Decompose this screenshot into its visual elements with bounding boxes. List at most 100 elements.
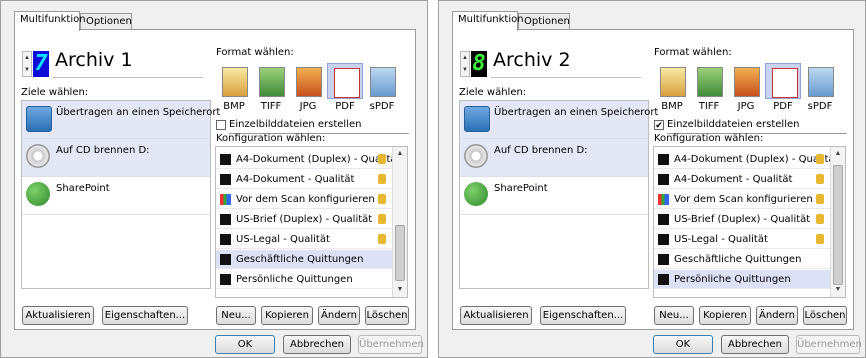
config-item-label: Persönliche Quittungen: [236, 274, 353, 285]
destination-label: SharePoint: [56, 183, 110, 194]
edit-button[interactable]: Ändern: [756, 306, 798, 325]
properties-button[interactable]: Eigenschaften...: [102, 306, 188, 325]
format-tiff-button[interactable]: [253, 63, 289, 99]
config-item[interactable]: Vor dem Scan konfigurieren: [654, 190, 832, 209]
config-item[interactable]: US-Legal - Qualität: [654, 230, 832, 249]
config-list[interactable]: A4-Dokument (Duplex) - Qualität A4-Dokum…: [653, 146, 846, 298]
format-bmp-button[interactable]: [216, 63, 252, 99]
profile-number: 7: [33, 51, 49, 77]
config-scrollbar[interactable]: ▲ ▼: [392, 147, 407, 297]
format-label-pdf: PDF: [335, 101, 355, 112]
format-tiff-button[interactable]: [691, 63, 727, 99]
format-label-spdf: sPDF: [369, 101, 395, 112]
cd-icon: [26, 144, 50, 168]
scroll-thumb[interactable]: [833, 165, 843, 285]
tab-multifunktion[interactable]: Multifunktion: [452, 11, 524, 31]
destination-item[interactable]: Übertragen an einen Speicherort: [22, 101, 220, 139]
tiff-icon: [697, 67, 723, 97]
scroll-down-icon[interactable]: ▼: [393, 283, 407, 297]
cd-icon: [464, 144, 488, 168]
new-button[interactable]: Neu...: [654, 306, 694, 325]
destination-label: Auf CD brennen D:: [56, 145, 150, 156]
tab-multifunktion[interactable]: Multifunktion: [14, 11, 86, 31]
copy-button[interactable]: Kopieren: [699, 306, 751, 325]
new-button[interactable]: Neu...: [216, 306, 256, 325]
cancel-button[interactable]: Abbrechen: [283, 335, 351, 354]
profile-name: Archiv 1: [55, 49, 133, 71]
single-files-label: Einzelbilddateien erstellen: [667, 119, 800, 130]
config-item-label: Vor dem Scan konfigurieren: [236, 194, 375, 205]
spin-down-icon[interactable]: ▼: [23, 64, 31, 76]
config-item[interactable]: A4-Dokument (Duplex) - Qualität: [654, 150, 838, 169]
destination-item[interactable]: SharePoint: [460, 177, 648, 215]
ok-button[interactable]: OK: [653, 335, 713, 354]
scroll-up-icon[interactable]: ▲: [393, 147, 407, 161]
config-item[interactable]: US-Legal - Qualität: [216, 230, 394, 249]
scan-settings-window-2: Multifunktion Optionen ▲ ▼ 8 Archiv 2 Zi…: [438, 0, 866, 358]
destination-list[interactable]: Übertragen an einen Speicherort Auf CD b…: [459, 100, 658, 289]
scroll-up-icon[interactable]: ▲: [831, 147, 845, 161]
config-item[interactable]: US-Brief (Duplex) - Qualität: [216, 210, 394, 229]
lock-icon: [378, 234, 386, 244]
single-files-checkbox[interactable]: [216, 120, 226, 130]
config-item[interactable]: US-Brief (Duplex) - Qualität: [654, 210, 832, 229]
apply-button[interactable]: Übernehmen: [358, 335, 424, 354]
single-files-label: Einzelbilddateien erstellen: [229, 119, 362, 130]
edit-button[interactable]: Ändern: [318, 306, 360, 325]
destination-list[interactable]: Übertragen an einen Speicherort Auf CD b…: [21, 100, 220, 289]
config-item-label: A4-Dokument - Qualität: [674, 174, 793, 185]
config-item-selected[interactable]: Persönliche Quittungen: [654, 270, 832, 289]
lock-icon: [816, 174, 824, 184]
targets-label: Ziele wählen:: [459, 87, 527, 98]
config-item[interactable]: Vor dem Scan konfigurieren: [216, 190, 394, 209]
spin-down-icon[interactable]: ▼: [461, 64, 469, 76]
lock-icon: [816, 214, 824, 224]
lock-icon: [816, 234, 824, 244]
destination-item[interactable]: Auf CD brennen D:: [22, 139, 210, 177]
tab-optionen[interactable]: Optionen: [518, 13, 570, 29]
scroll-down-icon[interactable]: ▼: [831, 283, 845, 297]
tab-optionen[interactable]: Optionen: [80, 13, 132, 29]
format-pdf-button[interactable]: [327, 63, 363, 99]
config-item-selected[interactable]: Geschäftliche Quittungen: [216, 250, 394, 269]
cancel-button[interactable]: Abbrechen: [721, 335, 789, 354]
destination-item[interactable]: Übertragen an einen Speicherort: [460, 101, 658, 139]
format-pdf-button[interactable]: [765, 63, 801, 99]
config-item[interactable]: Geschäftliche Quittungen: [654, 250, 832, 269]
profile-spinner[interactable]: ▲ ▼: [460, 51, 470, 77]
config-item[interactable]: Persönliche Quittungen: [216, 270, 394, 289]
scroll-thumb[interactable]: [395, 225, 405, 281]
config-item[interactable]: A4-Dokument - Qualität: [216, 170, 394, 189]
lock-icon: [378, 214, 386, 224]
config-list[interactable]: A4-Dokument (Duplex) - Qualität A4-Dokum…: [215, 146, 408, 298]
format-label-bmp: BMP: [661, 101, 683, 112]
config-scrollbar[interactable]: ▲ ▼: [830, 147, 845, 297]
document-icon: [220, 254, 231, 265]
format-spdf-button[interactable]: [364, 63, 400, 99]
spin-up-icon[interactable]: ▲: [461, 52, 469, 64]
destination-item[interactable]: Auf CD brennen D:: [460, 139, 648, 177]
format-bmp-button[interactable]: [654, 63, 690, 99]
apply-button[interactable]: Übernehmen: [796, 335, 862, 354]
document-icon: [220, 214, 231, 225]
pdf-icon: [772, 68, 798, 98]
refresh-button[interactable]: Aktualisieren: [460, 306, 532, 325]
properties-button[interactable]: Eigenschaften...: [540, 306, 626, 325]
copy-button[interactable]: Kopieren: [261, 306, 313, 325]
profile-spinner[interactable]: ▲ ▼: [22, 51, 32, 77]
destination-item[interactable]: SharePoint: [22, 177, 210, 215]
refresh-button[interactable]: Aktualisieren: [22, 306, 94, 325]
format-jpg-button[interactable]: [728, 63, 764, 99]
format-label: Format wählen:: [216, 47, 294, 58]
config-item[interactable]: A4-Dokument - Qualität: [654, 170, 832, 189]
single-files-checkbox[interactable]: ✔: [654, 120, 664, 130]
tiff-icon: [259, 67, 285, 97]
config-item[interactable]: A4-Dokument (Duplex) - Qualität: [216, 150, 400, 169]
ok-button[interactable]: OK: [215, 335, 275, 354]
format-jpg-button[interactable]: [290, 63, 326, 99]
storage-folder-icon: [26, 106, 52, 132]
spin-up-icon[interactable]: ▲: [23, 52, 31, 64]
delete-button[interactable]: Löschen: [365, 306, 409, 325]
format-spdf-button[interactable]: [802, 63, 838, 99]
delete-button[interactable]: Löschen: [803, 306, 847, 325]
